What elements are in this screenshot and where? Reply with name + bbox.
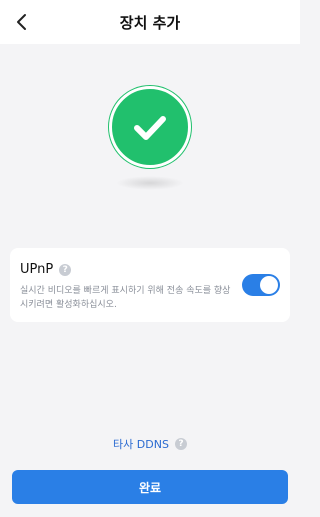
checkmark-icon	[134, 116, 166, 140]
upnp-label: UPnP	[20, 262, 54, 277]
page-title: 장치 추가	[119, 13, 181, 32]
question-icon[interactable]: ?	[174, 438, 187, 450]
success-shadow	[116, 176, 184, 190]
upnp-toggle[interactable]	[242, 274, 280, 296]
upnp-description: 실시간 비디오를 빠르게 표시하기 위해 전송 속도를 향상시키려면 활성화하십…	[20, 286, 231, 310]
done-button[interactable]: 완료	[12, 470, 288, 504]
upnp-card: UPnP ? 실시간 비디오를 빠르게 표시하기 위해 전송 속도를 향상시키려…	[10, 248, 290, 322]
ddns-link[interactable]: 타사 DDNS	[113, 436, 169, 452]
question-icon[interactable]: ?	[59, 263, 72, 276]
chevron-left-icon	[17, 14, 26, 30]
success-indicator	[109, 86, 191, 168]
toggle-knob	[260, 276, 278, 294]
ddns-row: 타사 DDNS ?	[0, 436, 300, 452]
success-circle	[109, 86, 191, 168]
header-bar: 장치 추가	[0, 0, 300, 44]
back-button[interactable]	[8, 8, 36, 36]
upnp-title: UPnP ?	[20, 262, 72, 277]
